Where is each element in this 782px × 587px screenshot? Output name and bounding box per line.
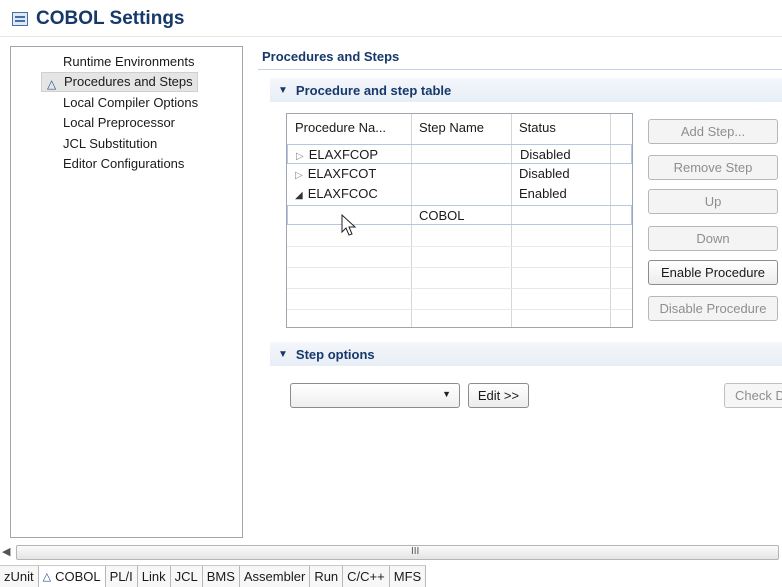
editor-tab-bar: zUnit △ COBOL PL/I Link JCL BMS Assemble… bbox=[0, 565, 427, 587]
mouse-pointer-icon bbox=[341, 214, 357, 236]
triangle-warning-icon: △ bbox=[42, 570, 52, 583]
scroll-left-icon[interactable]: ◀ bbox=[2, 545, 10, 558]
status-cell: Disabled bbox=[519, 166, 570, 181]
table-row-empty bbox=[287, 227, 632, 247]
triangle-warning-icon: △ bbox=[47, 77, 57, 91]
table-row[interactable]: ◢ ELAXFCOC Enabled bbox=[287, 184, 632, 204]
tab-pli[interactable]: PL/I bbox=[105, 566, 138, 587]
tree-expander-icon[interactable]: ▷ bbox=[296, 151, 304, 162]
status-cell: Disabled bbox=[520, 147, 571, 162]
table-row[interactable]: COBOL bbox=[287, 205, 632, 225]
step-options-dropdown[interactable]: ▼ bbox=[290, 383, 460, 408]
nav-item-label: Local Compiler Options bbox=[63, 95, 199, 110]
check-button[interactable]: Check D bbox=[724, 383, 782, 408]
step-name-cell: COBOL bbox=[419, 208, 465, 223]
horizontal-scrollbar[interactable]: ◀ III bbox=[0, 544, 782, 561]
tab-jcl[interactable]: JCL bbox=[170, 566, 203, 587]
table-row[interactable]: ▷ ELAXFCOT Disabled bbox=[287, 164, 632, 184]
move-up-button[interactable]: Up bbox=[648, 189, 778, 214]
procedure-table-section-header[interactable]: ▼ Procedure and step table bbox=[270, 78, 782, 102]
procedure-cell: ▷ ELAXFCOP bbox=[296, 147, 379, 162]
tab-label: COBOL bbox=[55, 568, 101, 584]
page-title: COBOL Settings bbox=[36, 8, 185, 29]
column-header-step-name[interactable]: Step Name bbox=[411, 114, 511, 142]
nav-item-procedures-and-steps[interactable]: △ Procedures and Steps bbox=[41, 72, 198, 92]
nav-item-editor-configurations[interactable]: Editor Configurations bbox=[63, 154, 184, 174]
page-header: COBOL Settings bbox=[10, 6, 185, 32]
disable-procedure-button[interactable]: Disable Procedure bbox=[648, 296, 778, 321]
settings-page-icon bbox=[10, 10, 30, 28]
dropdown-arrow-icon: ▼ bbox=[442, 389, 451, 399]
procedure-table-section-title: Procedure and step table bbox=[295, 82, 452, 98]
nav-item-local-preprocessor[interactable]: Local Preprocessor bbox=[63, 113, 175, 133]
status-cell: Enabled bbox=[519, 186, 567, 201]
nav-item-label: Procedures and Steps bbox=[64, 74, 193, 89]
step-options-section-title: Step options bbox=[295, 346, 375, 362]
enable-procedure-button[interactable]: Enable Procedure bbox=[648, 260, 778, 285]
move-down-button[interactable]: Down bbox=[648, 226, 778, 251]
nav-item-label: Local Preprocessor bbox=[63, 115, 175, 130]
table-row-empty bbox=[287, 269, 632, 289]
section-title: Procedures and Steps bbox=[262, 49, 400, 64]
table-row-empty bbox=[287, 248, 632, 268]
nav-item-label: Editor Configurations bbox=[63, 156, 185, 171]
procedure-cell: ▷ ELAXFCOT bbox=[295, 166, 377, 181]
procedure-step-table[interactable]: Procedure Na... Step Name Status ▷ ELAXFC… bbox=[286, 113, 633, 328]
settings-nav-panel: Runtime Environments △ Procedures and St… bbox=[10, 46, 243, 538]
tab-mfs[interactable]: MFS bbox=[389, 566, 427, 587]
procedure-cell: ◢ ELAXFCOC bbox=[295, 186, 378, 201]
tab-cpp[interactable]: C/C++ bbox=[343, 566, 390, 587]
header-divider bbox=[0, 36, 782, 37]
column-header-procedure[interactable]: Procedure Na... bbox=[287, 114, 411, 142]
nav-item-local-compiler-options[interactable]: Local Compiler Options bbox=[63, 93, 198, 113]
tab-cobol[interactable]: △ COBOL bbox=[38, 566, 106, 587]
scrollbar-grip: III bbox=[411, 546, 420, 557]
scrollbar-thumb[interactable]: III bbox=[16, 545, 779, 560]
add-step-button[interactable]: Add Step... bbox=[648, 119, 778, 144]
section-divider bbox=[258, 69, 782, 70]
step-options-section-header[interactable]: ▼ Step options bbox=[270, 342, 782, 366]
tab-run[interactable]: Run bbox=[310, 566, 344, 587]
nav-item-runtime-environments[interactable]: Runtime Environments bbox=[63, 52, 195, 72]
nav-item-jcl-substitution[interactable]: JCL Substitution bbox=[63, 134, 157, 154]
tree-expander-icon[interactable]: ◢ bbox=[295, 190, 303, 201]
tab-zunit[interactable]: zUnit bbox=[0, 566, 39, 587]
table-row[interactable]: ▷ ELAXFCOP Disabled bbox=[287, 144, 632, 164]
chevron-down-icon: ▼ bbox=[278, 348, 288, 360]
nav-item-label: Runtime Environments bbox=[63, 54, 195, 69]
chevron-down-icon: ▼ bbox=[278, 84, 288, 96]
nav-item-label: JCL Substitution bbox=[63, 136, 158, 151]
remove-step-button[interactable]: Remove Step bbox=[648, 155, 778, 180]
tab-assembler[interactable]: Assembler bbox=[239, 566, 311, 587]
tab-bms[interactable]: BMS bbox=[202, 566, 240, 587]
column-header-status[interactable]: Status bbox=[511, 114, 611, 142]
tab-link[interactable]: Link bbox=[137, 566, 171, 587]
tree-expander-icon[interactable]: ▷ bbox=[295, 170, 303, 181]
edit-options-button[interactable]: Edit >> bbox=[468, 383, 529, 408]
table-row-empty bbox=[287, 290, 632, 310]
